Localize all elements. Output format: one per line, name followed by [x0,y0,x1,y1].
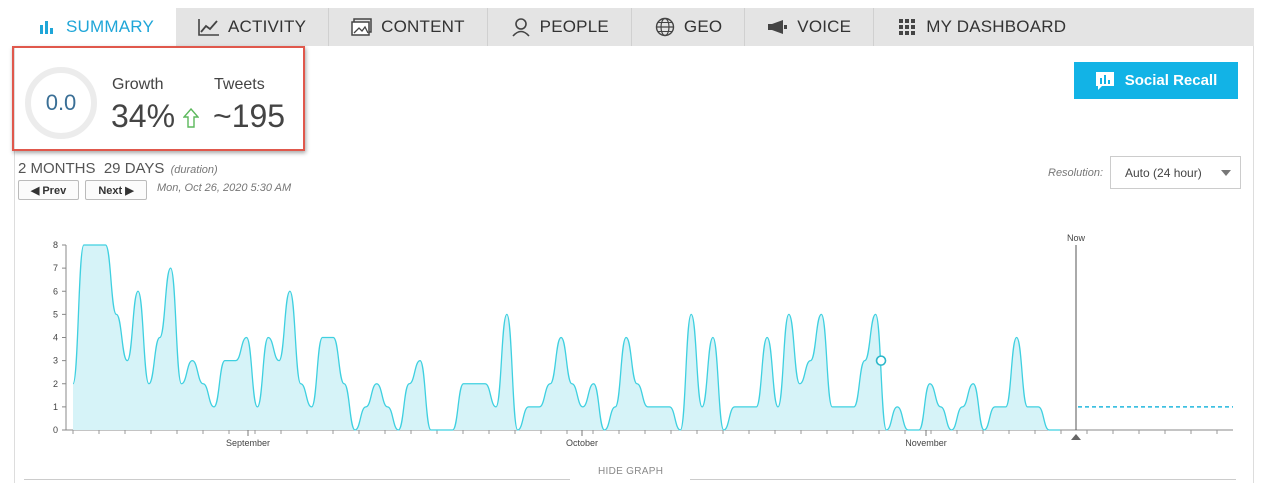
tab-content[interactable]: CONTENT [329,8,488,46]
tab-bar: SUMMARY ACTIVITY CONTENT PEOPLE GEO VOIC… [14,8,1254,46]
now-marker [1071,434,1081,440]
megaphone-icon [767,16,789,38]
tweets-label: Tweets [214,76,265,93]
x-tick-label: September [226,438,270,448]
x-tick-label: November [905,438,947,448]
tab-label: ACTIVITY [228,17,307,36]
social-recall-button[interactable]: Social Recall [1074,62,1238,99]
growth-label: Growth [112,76,164,93]
y-tick-label: 0 [53,425,58,435]
tab-geo[interactable]: GEO [632,8,746,46]
tweets-value: ~195 [213,98,286,134]
tab-label: PEOPLE [539,17,609,36]
tab-my-dashboard[interactable]: MY DASHBOARD [874,8,1088,46]
globe-icon [654,16,676,38]
grid-icon [896,16,918,38]
score-gauge: 0.0 [25,67,97,139]
divider [690,479,1236,480]
tab-people[interactable]: PEOPLE [488,8,632,46]
chevron-down-icon [1221,170,1231,176]
image-icon [351,16,373,38]
chart-bubble-icon [1095,71,1115,91]
y-tick-label: 5 [53,309,58,319]
tab-label: GEO [683,17,723,36]
timestamp: Mon, Oct 26, 2020 5:30 AM [157,182,292,194]
series-area [73,245,1060,430]
divider [24,479,570,480]
y-tick-label: 8 [53,240,58,250]
activity-chart: 0 1 2 3 4 5 6 7 8 Now September October November [53,233,1233,448]
social-recall-label: Social Recall [1124,72,1218,89]
hide-graph-link[interactable]: HIDE GRAPH [598,466,663,477]
tab-label: SUMMARY [66,17,154,36]
resolution-select[interactable]: Auto (24 hour) [1110,156,1241,189]
duration-display: 2 MONTHS 29 DAYS (duration) [18,160,218,177]
tab-voice[interactable]: VOICE [745,8,875,46]
y-tick-label: 1 [53,402,58,412]
tab-label: CONTENT [381,17,465,36]
hover-marker [875,355,887,366]
resolution-value: Auto (24 hour) [1125,165,1202,180]
tab-activity[interactable]: ACTIVITY [176,8,330,46]
growth-value: 34% [111,98,176,134]
y-tick-label: 7 [53,263,58,273]
duration-sub: (duration) [170,164,218,176]
tab-summary[interactable]: SUMMARY [14,8,176,46]
y-tick-label: 4 [53,333,58,343]
tab-label: MY DASHBOARD [926,17,1067,36]
person-icon [510,16,532,38]
bar-chart-icon [36,16,58,38]
resolution-label: Resolution: [1048,167,1104,179]
y-tick-label: 3 [53,356,58,366]
tab-label: VOICE [797,17,852,36]
duration-text: 2 MONTHS 29 DAYS [18,160,165,177]
prev-button[interactable]: ◀ Prev [18,180,79,200]
next-button[interactable]: Next ▶ [85,180,147,200]
x-tick-label: October [566,438,598,448]
y-tick-label: 6 [53,286,58,296]
now-label: Now [1067,233,1086,243]
y-tick-label: 2 [53,379,58,389]
line-trend-icon [198,16,220,38]
arrow-up-icon [182,107,200,133]
